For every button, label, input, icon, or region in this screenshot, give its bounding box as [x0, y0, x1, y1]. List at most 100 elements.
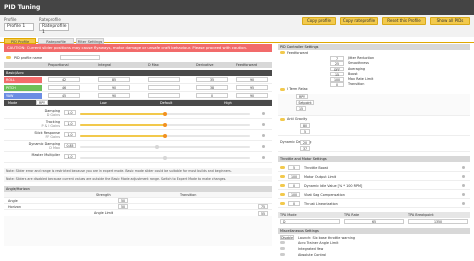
tpa-mode-select[interactable]: D: [280, 219, 340, 224]
pid-value-input[interactable]: 90: [98, 93, 130, 98]
controller-value-input[interactable]: 25: [330, 61, 344, 66]
controller-value-input[interactable]: OFF: [330, 66, 344, 71]
pid-value-input[interactable]: 95: [236, 85, 268, 90]
throttle-switch[interactable]: [280, 166, 285, 169]
throttle-switch[interactable]: [280, 175, 285, 178]
misc-switch[interactable]: [280, 241, 285, 244]
slider-fill: [80, 135, 165, 137]
pid-profile-name-toggle[interactable]: [6, 56, 11, 59]
slider-handle[interactable]: [163, 156, 167, 160]
show-all-pids-button[interactable]: Show all PIDs: [430, 17, 470, 25]
pid-value-input[interactable]: 35: [196, 77, 228, 82]
throttle-value-input[interactable]: 100: [288, 192, 300, 197]
throttle-value-input[interactable]: 0: [288, 183, 300, 188]
help-icon[interactable]: [462, 175, 465, 178]
mode-select[interactable]: RPY: [36, 100, 48, 105]
slider-track[interactable]: [80, 123, 250, 127]
misc-switch[interactable]: [280, 247, 285, 250]
angle-strength-input[interactable]: 50: [118, 198, 128, 203]
profile-select[interactable]: Profile 1: [4, 23, 34, 31]
col-integral: Integral: [98, 63, 112, 67]
tpa-rate-input[interactable]: 65: [344, 219, 404, 224]
acro-trainer-select[interactable]: Disable: [280, 235, 294, 240]
pid-value-input[interactable]: 90: [236, 93, 268, 98]
launch-label: Launch: Six base throttle warning: [298, 236, 356, 240]
pid-value-input[interactable]: [148, 93, 180, 98]
pid-value-input[interactable]: 85: [98, 77, 130, 82]
throttle-switch[interactable]: [280, 193, 285, 196]
page-title: PID Tuning: [0, 0, 474, 15]
angle-limit-label: Angle Limit: [94, 211, 114, 215]
rateprofile-select[interactable]: Rateprofile 1: [39, 23, 69, 35]
controller-value-input[interactable]: 7: [330, 56, 344, 61]
col-dmax: D Max: [148, 63, 159, 67]
slider-track[interactable]: [80, 145, 250, 149]
throttle-value-input[interactable]: 5: [288, 165, 300, 170]
dmax-gain-input[interactable]: 37: [300, 146, 310, 151]
controller-value-input[interactable]: 15: [330, 71, 344, 77]
controller-setting-label: Boost: [348, 71, 358, 76]
antigravity-switch[interactable]: [280, 118, 285, 121]
slider-value-input[interactable]: 1.0: [64, 121, 76, 126]
col-default: Default: [160, 101, 173, 105]
iterm-relax-switch[interactable]: [280, 88, 285, 91]
dmax-advance-input[interactable]: 20: [300, 140, 310, 145]
slider-fill: [80, 113, 165, 115]
slider-value-input[interactable]: 1.0: [64, 132, 76, 137]
pid-value-input[interactable]: 42: [48, 77, 80, 82]
misc-switch[interactable]: [280, 253, 285, 256]
help-icon[interactable]: [262, 123, 265, 126]
antigravity-cutoff-input[interactable]: 5: [300, 129, 310, 134]
help-icon[interactable]: [462, 202, 465, 205]
controller-value-input[interactable]: 0: [330, 82, 344, 87]
throttle-switch[interactable]: [280, 202, 285, 205]
slider-track[interactable]: [80, 156, 250, 160]
help-icon[interactable]: [262, 112, 265, 115]
pid-value-input[interactable]: [148, 77, 180, 82]
tpa-breakpoint-input[interactable]: 1350: [408, 219, 468, 224]
help-icon[interactable]: [262, 145, 265, 148]
antigravity-gain-input[interactable]: 80: [300, 123, 310, 128]
pid-value-input[interactable]: 0: [196, 93, 228, 98]
slider-handle[interactable]: [163, 112, 167, 116]
help-icon[interactable]: [462, 193, 465, 196]
help-icon[interactable]: [262, 156, 265, 159]
help-icon[interactable]: [262, 134, 265, 137]
horizon-strength-input[interactable]: 50: [118, 204, 128, 209]
help-icon[interactable]: [462, 166, 465, 169]
pid-value-input[interactable]: 90: [98, 85, 130, 90]
slider-handle[interactable]: [154, 145, 159, 149]
throttle-switch[interactable]: [280, 184, 285, 187]
misc-setting-label: Absolute Control: [298, 252, 327, 257]
slider-handle[interactable]: [163, 134, 167, 138]
throttle-value-input[interactable]: 0: [288, 201, 300, 206]
reset-profile-button[interactable]: Reset this Profile: [382, 17, 426, 25]
angle-limit-input[interactable]: 55: [258, 211, 268, 216]
slider-track[interactable]: [80, 134, 250, 138]
slider-value-input[interactable]: 1.0: [64, 110, 76, 115]
slider-sublabel: D Gains: [46, 113, 60, 117]
pid-value-input[interactable]: 90: [236, 77, 268, 82]
throttle-value-input[interactable]: 100: [288, 174, 300, 179]
copy-profile-button[interactable]: Copy profile: [302, 17, 336, 25]
copy-rateprofile-button[interactable]: Copy rateprofile: [340, 17, 378, 25]
feedforward-switch[interactable]: [280, 51, 285, 54]
pid-profile-name-input[interactable]: [60, 55, 100, 60]
controller-value-input[interactable]: 100: [330, 77, 344, 82]
slider-track[interactable]: [80, 112, 250, 116]
iterm-axes-select[interactable]: RPY: [296, 94, 308, 99]
angle-empty-area: [4, 216, 272, 246]
controller-setting-label: Smoothness: [348, 61, 369, 66]
pid-value-input[interactable]: [148, 85, 180, 90]
slider-value-input[interactable]: 1.0: [64, 154, 76, 159]
slider-handle[interactable]: [163, 123, 167, 127]
slider-value-input[interactable]: 0.85: [64, 143, 76, 148]
pid-table-header: [4, 62, 272, 68]
iterm-type-select[interactable]: Setpoint: [296, 100, 314, 105]
pid-value-input[interactable]: 45: [48, 93, 80, 98]
help-icon[interactable]: [462, 184, 465, 187]
horizon-transition-input[interactable]: 75: [258, 204, 268, 209]
iterm-cutoff-input[interactable]: 15: [296, 106, 306, 111]
pid-value-input[interactable]: 46: [48, 85, 80, 90]
pid-value-input[interactable]: 38: [196, 85, 228, 90]
